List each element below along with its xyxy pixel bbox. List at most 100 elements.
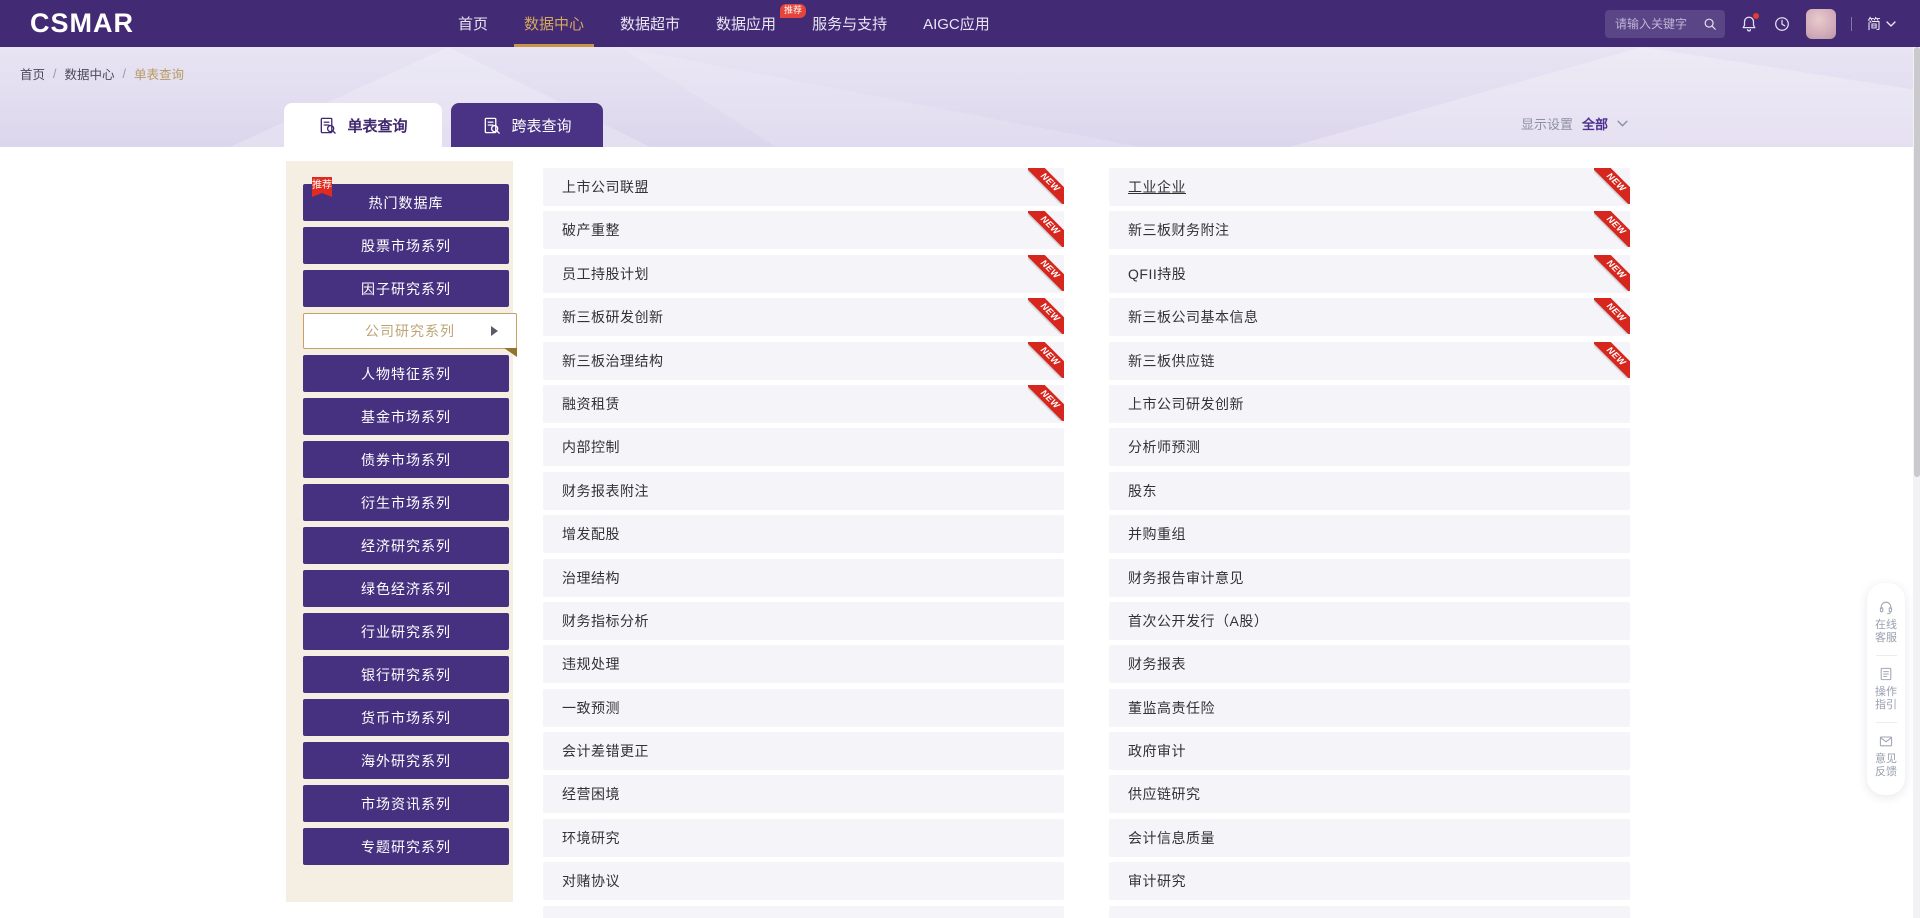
database-item-label: 董监高责任险 <box>1128 698 1215 718</box>
database-item[interactable]: 分析师预测 <box>1109 428 1630 466</box>
feedback-button[interactable]: 意见反馈 <box>1867 727 1905 785</box>
sidebar-category-wrap: 银行研究系列 <box>303 656 509 693</box>
database-item[interactable]: 经营困境 <box>543 775 1064 813</box>
sidebar-category[interactable]: 银行研究系列 <box>303 656 509 693</box>
history-icon[interactable] <box>1773 15 1791 33</box>
database-item[interactable]: 首次公开发行（A股） <box>1109 602 1630 640</box>
sidebar-category-label: 市场资讯系列 <box>361 794 451 814</box>
database-item[interactable]: 会计差错更正 <box>543 732 1064 770</box>
scrollbar-track[interactable] <box>1913 47 1920 918</box>
sidebar-category[interactable]: 债券市场系列 <box>303 441 509 478</box>
database-item-label: 分析师预测 <box>1128 437 1201 457</box>
nav-item[interactable]: 服务与支持 <box>806 0 893 47</box>
sidebar-category[interactable]: 因子研究系列 <box>303 270 509 307</box>
new-badge: NEW <box>1028 298 1064 334</box>
scrollbar-thumb[interactable] <box>1914 47 1920 477</box>
tab-label: 跨表查询 <box>511 115 571 136</box>
chevron-down-icon[interactable] <box>1617 120 1628 127</box>
database-item[interactable]: 员工持股计划 NEW <box>543 255 1064 293</box>
database-item[interactable]: 新三板公司基本信息 NEW <box>1109 298 1630 336</box>
sidebar-category[interactable]: 基金市场系列 <box>303 398 509 435</box>
sidebar-category[interactable]: 专题研究系列 <box>303 828 509 865</box>
database-item[interactable]: 上市公司研发创新 <box>1109 385 1630 423</box>
database-item[interactable]: 政府审计 <box>1109 732 1630 770</box>
feedback-label: 意见反馈 <box>1874 753 1898 779</box>
display-settings-value[interactable]: 全部 <box>1582 114 1608 133</box>
database-item[interactable]: 审计研究 <box>1109 862 1630 900</box>
sidebar-category[interactable]: 人物特征系列 <box>303 355 509 392</box>
database-item[interactable]: 内部控制 <box>543 428 1064 466</box>
sidebar-category-label: 海外研究系列 <box>361 751 451 771</box>
nav-item[interactable]: 数据应用 推荐 <box>710 0 782 47</box>
database-item[interactable]: 违规处理 <box>543 645 1064 683</box>
database-item[interactable]: 供应链研究 <box>1109 775 1630 813</box>
tab-single-table-query[interactable]: 单表查询 <box>284 103 442 147</box>
database-item[interactable]: 财务指标分析 <box>543 602 1064 640</box>
database-item[interactable]: 新三板治理结构 NEW <box>543 342 1064 380</box>
sidebar-category[interactable]: 公司研究系列 <box>303 313 517 349</box>
sidebar-category-wrap: 因子研究系列 <box>303 270 509 307</box>
search-input[interactable] <box>1613 16 1697 32</box>
nav-item[interactable]: 首页 <box>452 0 494 47</box>
database-item[interactable]: 股东 <box>1109 472 1630 510</box>
category-sidebar: 推荐 热门数据库 股票市场系列 <box>286 161 513 902</box>
csmar-logo[interactable]: CSMAR <box>30 8 134 39</box>
database-item[interactable]: 新三板供应链 NEW <box>1109 342 1630 380</box>
notification-bell-icon[interactable] <box>1740 15 1758 33</box>
database-item[interactable]: 新三板研发创新 NEW <box>543 298 1064 336</box>
database-item[interactable]: 治理结构 <box>543 559 1064 597</box>
sidebar-category[interactable]: 海外研究系列 <box>303 742 509 779</box>
nav-item[interactable]: 数据中心 <box>518 0 590 47</box>
sidebar-category[interactable]: 绿色经济系列 <box>303 570 509 607</box>
database-item-label: 政府审计 <box>1128 741 1186 761</box>
database-item-label: 工业企业 <box>1128 177 1186 197</box>
database-item[interactable]: 环境研究 <box>543 819 1064 857</box>
sidebar-category[interactable]: 行业研究系列 <box>303 613 509 650</box>
database-item[interactable]: 对赌协议 <box>543 862 1064 900</box>
sidebar-category[interactable]: 股票市场系列 <box>303 227 509 264</box>
breadcrumb-datacenter[interactable]: 数据中心 <box>65 64 115 83</box>
online-service-button[interactable]: 在线客服 <box>1867 593 1905 651</box>
sidebar-category-wrap: 基金市场系列 <box>303 398 509 435</box>
sidebar-category[interactable]: 推荐 热门数据库 <box>303 184 509 221</box>
operation-guide-button[interactable]: 操作指引 <box>1867 660 1905 718</box>
database-item[interactable]: 工业企业 NEW <box>1109 168 1630 206</box>
sidebar-category[interactable]: 经济研究系列 <box>303 527 509 564</box>
recommend-badge: 推荐 <box>780 4 806 18</box>
database-item[interactable]: 增发配股 <box>543 515 1064 553</box>
database-item[interactable]: 融资租赁 NEW <box>543 385 1064 423</box>
database-item-label: 员工持股计划 <box>562 264 649 284</box>
database-item[interactable]: 财务报表 <box>1109 645 1630 683</box>
database-item[interactable]: 破产重整 NEW <box>543 211 1064 249</box>
sidebar-category[interactable]: 衍生市场系列 <box>303 484 509 521</box>
search-icon[interactable] <box>1703 17 1717 31</box>
new-badge: NEW <box>1028 385 1064 421</box>
database-list-left-column: 上市公司联盟 NEW 破产重整 NEW 员工持股计划 NEW 新三板研发创新 N… <box>543 168 1064 918</box>
user-avatar[interactable] <box>1806 9 1836 39</box>
breadcrumb-home[interactable]: 首页 <box>20 64 45 83</box>
sidebar-category-label: 绿色经济系列 <box>361 579 451 599</box>
nav-item[interactable]: AIGC应用 <box>917 0 996 47</box>
database-item[interactable]: 财务报告审计意见 <box>1109 559 1630 597</box>
database-item[interactable]: 并购重组 <box>1109 515 1630 553</box>
sidebar-category-wrap: 公司研究系列 <box>303 313 509 349</box>
main-nav: 首页 数据中心 数据超市 数据应用 推 <box>452 0 996 47</box>
database-item[interactable]: 财务报表附注 <box>543 472 1064 510</box>
database-item[interactable]: QFII持股 NEW <box>1109 255 1630 293</box>
database-item[interactable]: 会计信息质量 <box>1109 819 1630 857</box>
sidebar-category-wrap: 推荐 热门数据库 <box>303 184 509 221</box>
language-selector[interactable]: 简 <box>1867 14 1896 34</box>
database-item[interactable]: 董监高责任险 <box>1109 689 1630 727</box>
sidebar-category[interactable]: 货币市场系列 <box>303 699 509 736</box>
nav-item[interactable]: 数据超市 <box>614 0 686 47</box>
active-nav-underline <box>514 44 594 47</box>
database-item[interactable]: 上市公司联盟 NEW <box>543 168 1064 206</box>
breadcrumb: 首页 / 数据中心 / 单表查询 <box>20 64 184 83</box>
database-item[interactable]: 新三板财务附注 NEW <box>1109 211 1630 249</box>
database-item[interactable]: 一致预测 <box>543 689 1064 727</box>
header-search[interactable] <box>1605 10 1725 38</box>
tab-cross-table-query[interactable]: 跨表查询 <box>451 103 603 147</box>
sidebar-category-label: 行业研究系列 <box>361 622 451 642</box>
sidebar-category[interactable]: 市场资讯系列 <box>303 785 509 822</box>
database-item-label: 新三板治理结构 <box>562 351 664 371</box>
